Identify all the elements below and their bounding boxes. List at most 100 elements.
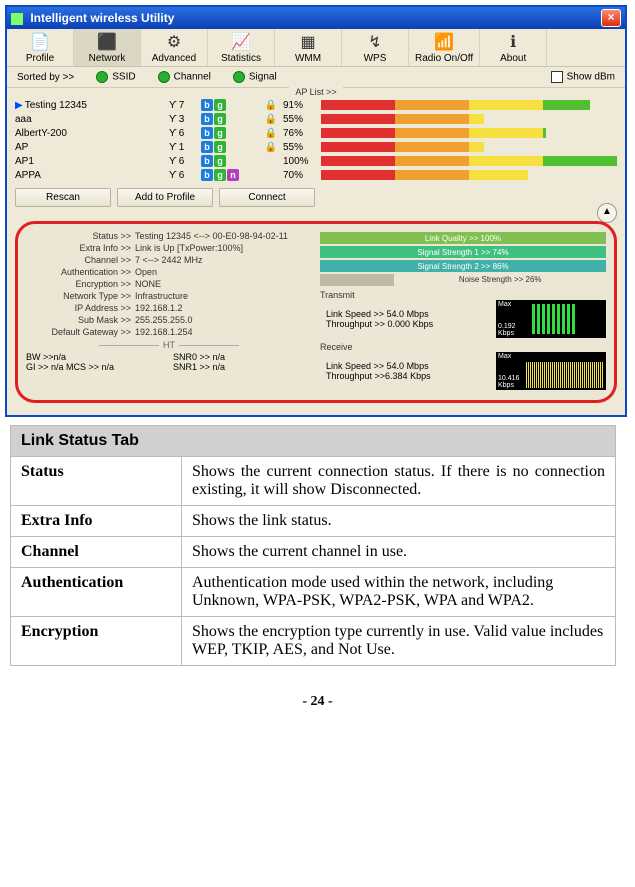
ap-row[interactable]: ▶Testing 12345ϒ7bg🔒91% xyxy=(7,98,625,112)
ap-row[interactable]: APϒ1bg🔒55% xyxy=(7,140,625,154)
signal-bar xyxy=(321,156,617,166)
table-row: AuthenticationAuthentication mode used w… xyxy=(11,568,616,617)
tx-throughput: Throughput >> 0.000 Kbps xyxy=(320,319,490,329)
band-g-badge: g xyxy=(214,155,226,167)
tx-link-speed: Link Speed >> 54.0 Mbps xyxy=(320,309,490,319)
action-buttons: Rescan Add to Profile Connect xyxy=(7,182,625,213)
add-profile-button[interactable]: Add to Profile xyxy=(117,188,213,207)
network-icon: ⬛ xyxy=(80,31,134,53)
advanced-icon: ⚙ xyxy=(147,31,201,53)
ap-row[interactable]: APPAϒ6bgn70% xyxy=(7,168,625,182)
tab-wmm[interactable]: ▦WMM xyxy=(275,29,342,66)
band-g-badge: g xyxy=(214,99,226,111)
tx-graph: Max 0.192 Kbps xyxy=(496,300,606,338)
ap-row[interactable]: AlbertY-200ϒ6bg🔒76% xyxy=(7,126,625,140)
collapse-toggle[interactable]: ▲ xyxy=(597,203,617,223)
table-row: EncryptionShows the encryption type curr… xyxy=(11,617,616,666)
signal-bar xyxy=(321,128,617,138)
description-table: Link Status Tab StatusShows the current … xyxy=(10,425,616,666)
main-toolbar: 📄Profile ⬛Network ⚙Advanced 📈Statistics … xyxy=(7,29,625,67)
show-dbm-checkbox[interactable]: Show dBm xyxy=(551,71,615,83)
band-b-badge: b xyxy=(201,169,213,181)
profile-icon: 📄 xyxy=(13,31,67,53)
titlebar: Intelligent wireless Utility × xyxy=(7,7,625,29)
radio-icon: 📶 xyxy=(415,31,473,53)
sort-signal[interactable]: Signal xyxy=(233,71,277,83)
status-row: Default Gateway >>192.168.1.254 xyxy=(26,326,312,338)
sort-ssid[interactable]: SSID xyxy=(96,71,135,83)
signal-bar xyxy=(321,170,617,180)
ht-divider: HT xyxy=(26,340,312,350)
tab-advanced[interactable]: ⚙Advanced xyxy=(141,29,208,66)
tab-about[interactable]: ℹAbout xyxy=(480,29,547,66)
field-description: Authentication mode used within the netw… xyxy=(182,568,616,617)
wps-icon: ↯ xyxy=(348,31,402,53)
channel-value: ϒ7 xyxy=(169,100,197,111)
band-badges: bg xyxy=(201,99,259,111)
signal-percent: 55% xyxy=(283,142,317,153)
field-name: Channel xyxy=(11,537,182,568)
radio-icon xyxy=(96,71,108,83)
band-badges: bg xyxy=(201,141,259,153)
channel-value: ϒ6 xyxy=(169,128,197,139)
signal-percent: 55% xyxy=(283,114,317,125)
checkbox-icon xyxy=(551,71,563,83)
table-row: StatusShows the current connection statu… xyxy=(11,457,616,506)
field-name: Authentication xyxy=(11,568,182,617)
status-row: Authentication >>Open xyxy=(26,266,312,278)
signal-percent: 91% xyxy=(283,100,317,111)
ht-bw: BW >>n/a xyxy=(26,352,165,362)
signal-percent: 70% xyxy=(283,170,317,181)
app-icon xyxy=(11,13,23,25)
field-name: Status xyxy=(11,457,182,506)
status-row: Status >>Testing 12345 <--> 00-E0-98-94-… xyxy=(26,230,312,242)
tab-radio[interactable]: 📶Radio On/Off xyxy=(409,29,480,66)
band-badges: bgn xyxy=(201,169,259,181)
band-b-badge: b xyxy=(201,127,213,139)
table-row: ChannelShows the current channel in use. xyxy=(11,537,616,568)
band-g-badge: g xyxy=(214,127,226,139)
status-row: Encryption >>NONE xyxy=(26,278,312,290)
tab-statistics[interactable]: 📈Statistics xyxy=(208,29,275,66)
field-name: Encryption xyxy=(11,617,182,666)
about-icon: ℹ xyxy=(486,31,540,53)
close-button[interactable]: × xyxy=(601,9,621,27)
ht-gi-mcs: GI >> n/a MCS >> n/a xyxy=(26,362,165,372)
ht-snr0: SNR0 >> n/a xyxy=(173,352,312,362)
rx-graph: Max 10.416 Kbps xyxy=(496,352,606,390)
ap-list: ▶Testing 12345ϒ7bg🔒91%aaaϒ3bg🔒55%AlbertY… xyxy=(7,98,625,182)
transmit-header: Transmit xyxy=(320,290,606,300)
app-window: Intelligent wireless Utility × 📄Profile … xyxy=(5,5,627,417)
wmm-icon: ▦ xyxy=(281,31,335,53)
rx-link-speed: Link Speed >> 54.0 Mbps xyxy=(320,361,490,371)
ap-name: aaa xyxy=(15,114,32,125)
ap-name: Testing 12345 xyxy=(25,100,87,111)
lock-icon: 🔒 xyxy=(263,100,279,111)
ap-row[interactable]: aaaϒ3bg🔒55% xyxy=(7,112,625,126)
signal-bar xyxy=(321,142,617,152)
status-row: Extra Info >>Link is Up [TxPower:100%] xyxy=(26,242,312,254)
radio-icon xyxy=(158,71,170,83)
field-description: Shows the encryption type currently in u… xyxy=(182,617,616,666)
tab-network[interactable]: ⬛Network xyxy=(74,29,141,66)
ap-name: AP xyxy=(15,142,28,153)
ap-row[interactable]: AP1ϒ6bg100% xyxy=(7,154,625,168)
channel-value: ϒ6 xyxy=(169,170,197,181)
band-n-badge: n xyxy=(227,169,239,181)
tab-profile[interactable]: 📄Profile xyxy=(7,29,74,66)
lock-icon: 🔒 xyxy=(263,142,279,153)
antenna-icon: ϒ xyxy=(169,142,177,153)
status-row: IP Address >>192.168.1.2 xyxy=(26,302,312,314)
link-status-panel: Status >>Testing 12345 <--> 00-E0-98-94-… xyxy=(15,221,617,403)
sort-channel[interactable]: Channel xyxy=(158,71,211,83)
lock-icon: 🔒 xyxy=(263,114,279,125)
signal-strength-1-meter: Signal Strength 1 >> 74% xyxy=(320,246,606,258)
connect-button[interactable]: Connect xyxy=(219,188,315,207)
noise-strength-meter: Noise Strength >> 26% xyxy=(320,274,606,286)
ap-list-header: AP List >> xyxy=(7,87,625,98)
field-description: Shows the current channel in use. xyxy=(182,537,616,568)
tab-wps[interactable]: ↯WPS xyxy=(342,29,409,66)
signal-percent: 100% xyxy=(283,156,317,167)
channel-value: ϒ3 xyxy=(169,114,197,125)
rescan-button[interactable]: Rescan xyxy=(15,188,111,207)
